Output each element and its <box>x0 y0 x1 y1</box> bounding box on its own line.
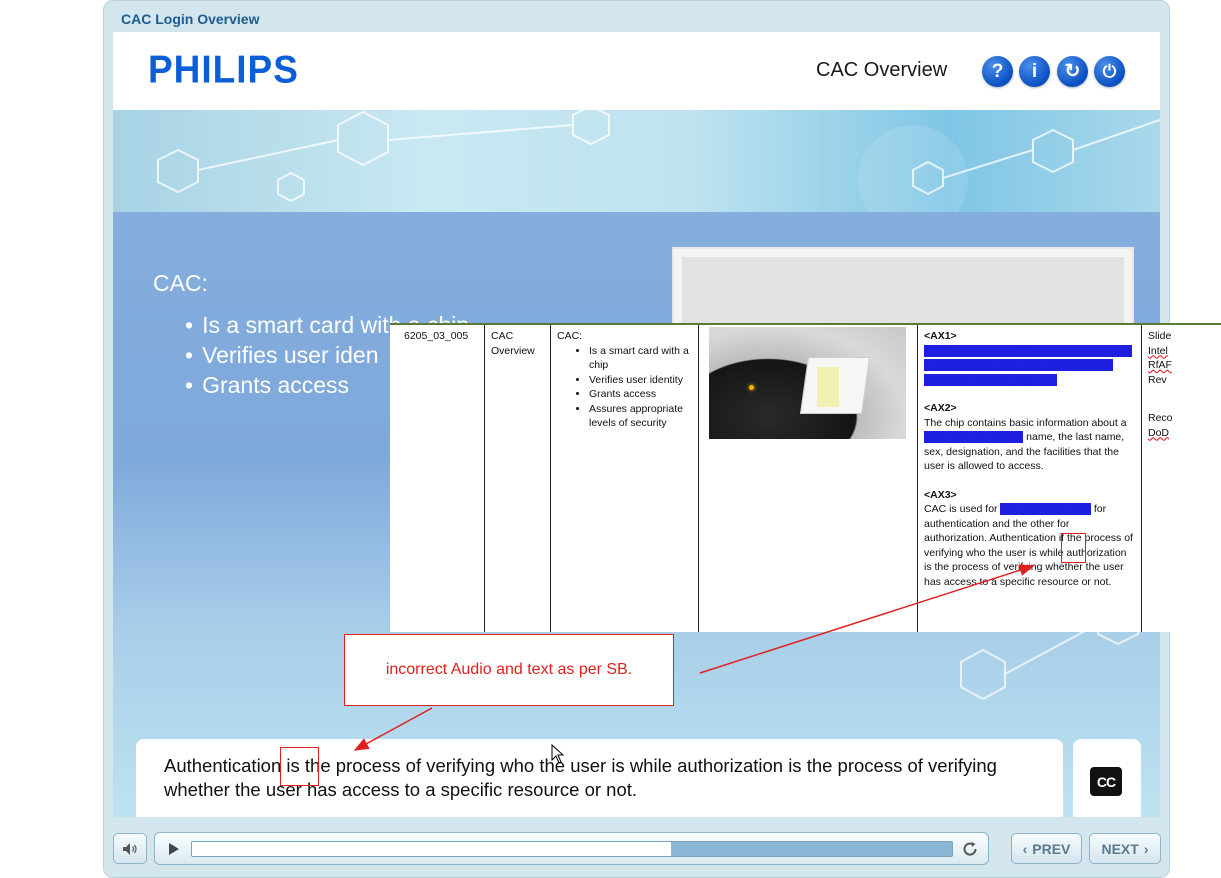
review-comment-text: incorrect Audio and text as per SB. <box>385 661 633 678</box>
notes-line: Reco <box>1148 412 1173 424</box>
storyboard-notes-cell: Slide Intel RfAF Rev Reco DoD <box>1142 325 1221 632</box>
ax3-text-a: CAC is used for <box>924 503 998 515</box>
course-title: CAC Login Overview <box>121 11 260 27</box>
help-button[interactable]: ? <box>982 56 1013 87</box>
ax2-highlight: user, such as the first <box>924 431 1024 443</box>
next-label: NEXT <box>1101 840 1139 857</box>
progress-track[interactable] <box>191 841 953 857</box>
media-player-bar <box>154 832 989 865</box>
storyboard-onscreen-item: Is a smart card with a chip <box>589 344 692 373</box>
volume-button[interactable] <box>113 833 147 864</box>
info-button[interactable]: i <box>1019 56 1050 87</box>
prev-button[interactable]: ‹ PREV <box>1011 833 1082 864</box>
page-title: CAC Overview <box>816 59 948 81</box>
storyboard-slide-id: 6205_03_005 <box>404 330 469 342</box>
speaker-icon <box>123 842 137 855</box>
storyboard-title-line: Overview <box>491 344 535 357</box>
storyboard-image-cell <box>699 325 918 632</box>
notes-line: RfAF <box>1148 359 1172 371</box>
ax3-highlight: two processes, one <box>1000 503 1091 515</box>
storyboard-onscreen-text-cell: CAC: Is a smart card with a chip Verifie… <box>551 325 699 632</box>
notes-line: Rev <box>1148 373 1167 386</box>
ax3-text: CAC is used for two processes, one for a… <box>924 502 1135 589</box>
exit-button[interactable]: ⏻ <box>1094 56 1125 87</box>
ax2-text-a: The chip contains basic information abou… <box>924 416 1127 429</box>
ax2-text: The chip contains basic information abou… <box>924 416 1135 474</box>
storyboard-onscreen-list: Is a smart card with a chip Verifies use… <box>557 344 692 431</box>
chevron-left-icon: ‹ <box>1022 840 1028 857</box>
chevron-right-icon: › <box>1143 840 1149 857</box>
ax3-text-b: for authentication and the other for aut… <box>924 503 1133 588</box>
storyboard-title-cell: CAC Overview <box>485 325 551 632</box>
play-button[interactable] <box>166 840 182 858</box>
reader-led <box>749 385 754 390</box>
card-chip-stripe <box>817 367 839 407</box>
replay-button[interactable] <box>960 839 980 859</box>
notes-line: Intel <box>1148 344 1168 357</box>
ax1-highlighted-text: CAC, also known as a personal identifica… <box>924 344 1132 386</box>
review-comment-box: incorrect Audio and text as per SB. <box>344 634 674 706</box>
storyboard-onscreen-item: Grants access <box>589 387 692 402</box>
storyboard-onscreen-item: Verifies user identity <box>589 373 692 388</box>
closed-caption-panel: Authentication is the process of verifyi… <box>136 739 1063 817</box>
error-highlight-box-storyboard <box>1061 533 1086 563</box>
error-highlight-box-caption <box>280 747 319 786</box>
storyboard-slide-id-cell: 6205_03_005 <box>390 325 485 632</box>
ax1-tag: <AX1> <box>924 330 957 342</box>
cc-panel: CC <box>1073 739 1141 817</box>
ax2-tag: <AX2> <box>924 402 957 414</box>
molecule-pattern <box>157 110 1160 212</box>
ax3-tag: <AX3> <box>924 488 957 501</box>
play-icon <box>169 843 179 855</box>
notes-line: Slide <box>1148 330 1172 342</box>
storyboard-audio-cell: <AX1> CAC, also known as a personal iden… <box>918 325 1142 632</box>
cc-button[interactable]: CC <box>1090 767 1122 796</box>
storyboard-onscreen-heading: CAC: <box>557 330 583 342</box>
notes-line: DoD <box>1148 426 1170 439</box>
replay-icon <box>963 842 977 856</box>
hexagon-banner <box>113 110 1160 212</box>
mouse-cursor-icon <box>551 744 565 764</box>
next-button[interactable]: NEXT › <box>1089 833 1161 864</box>
prev-label: PREV <box>1032 840 1071 857</box>
philips-logo: PHILIPS <box>148 47 299 91</box>
storyboard-onscreen-item: Assures appropriate levels of security <box>589 402 692 431</box>
progress-fill <box>192 842 671 856</box>
refresh-button[interactable]: ↻ <box>1057 56 1088 87</box>
storyboard-title-line: CAC <box>491 330 514 342</box>
card-reader-photo <box>709 327 906 439</box>
storyboard-screenshot: 6205_03_005 CAC Overview CAC: Is a smart… <box>390 323 1221 632</box>
header: PHILIPS CAC Overview ? i ↻ ⏻ <box>113 32 1160 110</box>
slide-heading: CAC: <box>153 270 208 296</box>
